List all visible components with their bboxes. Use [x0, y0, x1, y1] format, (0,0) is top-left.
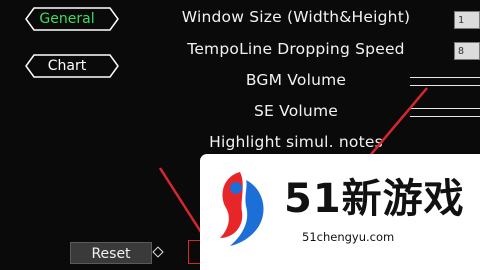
brand-logo-icon — [220, 172, 264, 246]
watermark-overlay: 51新游戏 51chengyu.com — [200, 154, 480, 270]
brand-name: 51新游戏 — [284, 176, 465, 222]
annotation-arrow-line — [367, 87, 428, 159]
brand-domain: 51chengyu.com — [302, 230, 395, 244]
settings-screen: General Chart Window Size (Width&Height)… — [0, 0, 480, 270]
